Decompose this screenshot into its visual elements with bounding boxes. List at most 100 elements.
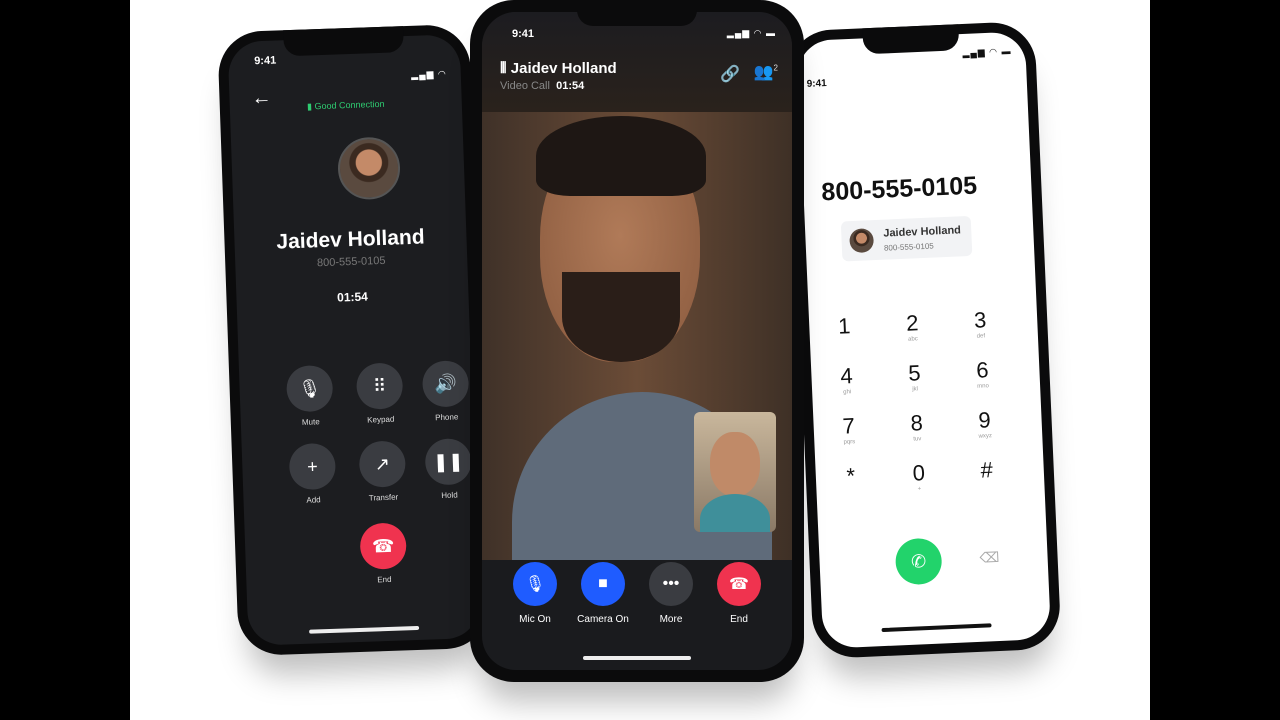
signal-wifi-battery-icon: ▂▄▆ ◠ ▬ bbox=[726, 28, 776, 38]
key-letters: + bbox=[917, 486, 922, 493]
key-letters: jkl bbox=[912, 386, 919, 393]
key-digit: 6 bbox=[975, 357, 990, 383]
transfer-button[interactable]: ↗ Transfer bbox=[358, 440, 408, 503]
participants-icon: 👥 bbox=[753, 64, 774, 81]
key-letters: ghi bbox=[843, 389, 852, 396]
key-3[interactable]: 3 def bbox=[955, 306, 1006, 340]
status-time: 9:41 bbox=[254, 54, 277, 68]
plus-icon: + bbox=[288, 442, 337, 491]
link-icon[interactable]: 🔗 bbox=[720, 64, 740, 84]
phone-button[interactable]: 🔊 Phone bbox=[421, 360, 471, 423]
add-button[interactable]: + Add bbox=[288, 442, 338, 506]
suggestion-name: Jaidev Holland bbox=[883, 224, 962, 240]
key-digit: * bbox=[846, 463, 856, 489]
key-digit: 8 bbox=[909, 410, 924, 436]
home-indicator bbox=[309, 625, 420, 634]
participants-count: 2 bbox=[773, 63, 778, 73]
video-call-phone: 9:41 ▂▄▆ ◠ ▬ ⦀ Jaidev Holland Video Call… bbox=[470, 0, 804, 682]
contact-name: Jaidev Holland bbox=[276, 225, 425, 254]
speaker-icon: 🔊 bbox=[421, 360, 470, 408]
notch bbox=[577, 0, 697, 26]
key-digit: # bbox=[980, 457, 994, 483]
key-5[interactable]: 5 jkl bbox=[889, 359, 940, 393]
control-label: Keypad bbox=[367, 414, 395, 425]
control-label: Mute bbox=[301, 417, 320, 427]
end-call-icon: ☎ bbox=[717, 562, 761, 606]
person-beard bbox=[562, 272, 680, 362]
hold-button[interactable]: ❚❚ Hold bbox=[424, 437, 474, 501]
mic-on-button[interactable]: 🎙 Mic On bbox=[500, 562, 570, 625]
avatar bbox=[849, 228, 875, 254]
key-digit: 5 bbox=[907, 360, 922, 386]
microphone-icon: 🎙 bbox=[513, 562, 557, 606]
home-indicator bbox=[583, 656, 691, 660]
notch bbox=[862, 24, 960, 55]
signal-wifi-icon: ▂▄▆ ◠ bbox=[411, 68, 447, 80]
key-0[interactable]: 0 + bbox=[893, 459, 944, 493]
contact-name: Jaidev Holland bbox=[510, 60, 617, 77]
backspace-icon[interactable]: ⌫ bbox=[979, 549, 1000, 567]
contact-suggestion[interactable]: Jaidev Holland 800-555-0105 bbox=[840, 215, 973, 262]
signal-wifi-battery-icon: ▂▄▆ ◠ ▬ bbox=[962, 45, 1012, 59]
key-*[interactable]: * bbox=[825, 462, 876, 490]
call-duration: 01:54 bbox=[556, 80, 585, 92]
key-letters: def bbox=[976, 333, 986, 340]
key-digit: 4 bbox=[839, 363, 854, 389]
control-label: Hold bbox=[441, 490, 458, 501]
more-button[interactable]: ••• More bbox=[636, 562, 706, 625]
key-letters: abc bbox=[907, 336, 918, 343]
keypad-icon: ⠿ bbox=[355, 362, 404, 410]
dialer-phone: 9:41 ▂▄▆ ◠ ▬ 800-555-0105 Jaidev Holland… bbox=[786, 20, 1062, 660]
audio-call-phone: 9:41 ▂▄▆ ◠ ← ▮ Good Connection Jaidev Ho… bbox=[217, 23, 491, 657]
camera-on-button[interactable]: ■ Camera On bbox=[568, 562, 638, 625]
mute-button[interactable]: 🎙 Mute bbox=[285, 364, 335, 428]
key-4[interactable]: 4 ghi bbox=[821, 362, 872, 396]
key-digit: 9 bbox=[977, 407, 992, 433]
key-8[interactable]: 8 tuv bbox=[891, 409, 942, 443]
control-label: Phone bbox=[435, 412, 459, 423]
call-button[interactable]: ✆ bbox=[894, 537, 943, 586]
end-label: End bbox=[377, 574, 392, 585]
key-letters: pqrs bbox=[843, 439, 856, 446]
connection-status: Good Connection bbox=[314, 98, 385, 112]
key-7[interactable]: 7 pqrs bbox=[823, 412, 874, 446]
control-label: Camera On bbox=[577, 614, 629, 625]
control-label: More bbox=[659, 614, 683, 625]
suggestion-number: 800-555-0105 bbox=[883, 241, 934, 253]
key-6[interactable]: 6 mno bbox=[957, 356, 1008, 390]
key-1[interactable]: 1 bbox=[819, 312, 870, 340]
call-type: Video Call bbox=[500, 80, 550, 92]
key-2[interactable]: 2 abc bbox=[887, 309, 938, 343]
person-hair bbox=[536, 116, 706, 196]
key-digit: 7 bbox=[842, 413, 856, 439]
self-face bbox=[710, 432, 760, 496]
key-letters: mno bbox=[977, 383, 990, 390]
self-video-preview[interactable] bbox=[694, 412, 776, 532]
keypad-button[interactable]: ⠿ Keypad bbox=[355, 362, 405, 425]
participants-button[interactable]: 👥2 bbox=[754, 62, 778, 82]
end-call-button[interactable]: ☎ End bbox=[358, 522, 408, 585]
key-digit: 3 bbox=[973, 307, 987, 333]
call-duration: 01:54 bbox=[336, 289, 369, 305]
key-digit: 2 bbox=[905, 310, 919, 336]
status-time: 9:41 bbox=[806, 78, 827, 90]
control-label: Mic On bbox=[519, 614, 551, 625]
key-letters: wxyz bbox=[978, 433, 993, 440]
control-label: Add bbox=[306, 495, 321, 505]
microphone-icon: 🎙 bbox=[285, 364, 334, 413]
home-indicator bbox=[881, 623, 992, 633]
audio-wave-icon: ⦀ bbox=[500, 60, 511, 77]
video-call-screen: 9:41 ▂▄▆ ◠ ▬ ⦀ Jaidev Holland Video Call… bbox=[482, 12, 792, 670]
pause-icon: ❚❚ bbox=[424, 437, 473, 486]
key-#[interactable]: # bbox=[961, 456, 1012, 484]
key-9[interactable]: 9 wxyz bbox=[959, 406, 1010, 440]
dialed-number: 800-555-0105 bbox=[820, 171, 978, 207]
more-icon: ••• bbox=[649, 562, 693, 606]
notch bbox=[283, 26, 404, 57]
status-time: 9:41 bbox=[512, 28, 535, 40]
end-button[interactable]: ☎ End bbox=[704, 562, 774, 625]
key-digit: 1 bbox=[837, 313, 851, 339]
key-digit: 0 bbox=[912, 460, 926, 486]
transfer-icon: ↗ bbox=[358, 440, 407, 488]
phone-icon: ✆ bbox=[910, 550, 927, 572]
